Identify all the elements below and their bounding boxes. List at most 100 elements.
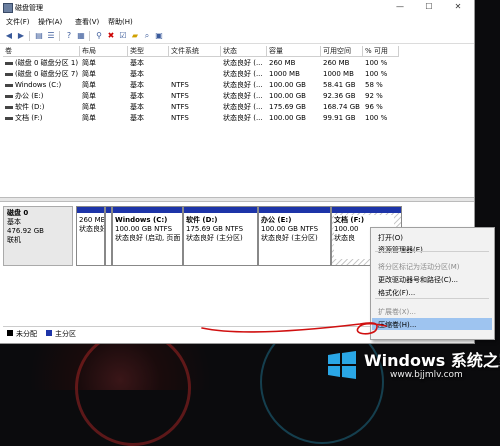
table-cell[interactable]: 260 MB [267,58,321,69]
table-cell[interactable]: 100 % [363,113,399,124]
table-cell[interactable]: 状态良好 (... [221,91,267,102]
table-cell[interactable]: 96 % [363,102,399,113]
menu-file[interactable]: 文件(F) [6,17,30,27]
check-icon[interactable]: ☑ [118,31,128,41]
col-header-filesystem[interactable]: 文件系统 [169,46,221,57]
cell-text: 状态良好 (... [223,59,263,67]
connect-icon[interactable]: ⚲ [94,31,104,41]
table-cell[interactable]: 100 % [363,58,399,69]
context-menu-item[interactable]: 格式化(F)... [378,288,415,298]
table-cell[interactable]: NTFS [169,102,221,113]
table-cell[interactable]: 基本 [128,91,169,102]
list-view-icon[interactable]: ☰ [46,31,56,41]
partition-name: 办公 (E:) [261,216,292,224]
volume-name-cell[interactable]: 软件 (D:) [3,102,80,113]
table-cell[interactable]: 基本 [128,69,169,80]
disk-type: 基本 [7,218,21,226]
table-cell[interactable]: 简单 [80,91,128,102]
table-cell[interactable]: NTFS [169,80,221,91]
context-menu-item[interactable]: 更改驱动器号和路径(C)... [378,275,458,285]
table-cell[interactable]: 1000 MB [267,69,321,80]
table-cell[interactable]: 状态良好 (... [221,58,267,69]
disk-name: 磁盘 0 [7,209,29,217]
table-cell[interactable]: 100 % [363,69,399,80]
table-cell[interactable]: 100.00 GB [267,91,321,102]
cell-text: 简单 [82,70,96,78]
menu-view[interactable]: 查看(V) [75,17,99,27]
table-cell[interactable]: 1000 MB [321,69,363,80]
search-icon[interactable]: ⌕ [142,31,152,41]
view-icon[interactable]: ▣ [154,31,164,41]
table-cell[interactable]: 简单 [80,113,128,124]
table-cell[interactable]: 100.00 GB [267,80,321,91]
table-cell[interactable]: 状态良好 (... [221,102,267,113]
table-cell[interactable]: 92 % [363,91,399,102]
partition-block[interactable]: Windows (C:) 100.00 GB NTFS 状态良好 (启动, 页面 [112,206,183,266]
col-header-type[interactable]: 类型 [128,46,169,57]
col-header-layout[interactable]: 布局 [80,46,128,57]
table-cell[interactable]: 168.74 GB [321,102,363,113]
table-cell[interactable] [169,69,221,80]
table-cell[interactable]: 175.69 GB [267,102,321,113]
back-icon[interactable]: ◀ [4,31,14,41]
col-header-status[interactable]: 状态 [221,46,267,57]
volume-name-cell[interactable]: 文档 (F:) [3,113,80,124]
table-cell[interactable]: 状态良好 (... [221,80,267,91]
table-cell[interactable]: 92.36 GB [321,91,363,102]
open-folder-icon[interactable]: ▰ [130,31,140,41]
table-cell[interactable]: 简单 [80,102,128,113]
table-cell[interactable]: 58.41 GB [321,80,363,91]
minimize-button[interactable]: — [391,1,409,13]
cell-text: 软件 (D:) [15,103,45,111]
partition-color-bar [113,207,182,213]
cell-text: 基本 [130,59,144,67]
table-cell[interactable]: 简单 [80,80,128,91]
partition-block[interactable]: 软件 (D:) 175.69 GB NTFS 状态良好 (主分区) [183,206,258,266]
console-tree-icon[interactable]: ▤ [34,31,44,41]
table-cell[interactable]: 58 % [363,80,399,91]
partition-block[interactable] [105,206,112,266]
table-cell[interactable]: 状态良好 (... [221,113,267,124]
volume-name-cell[interactable]: Windows (C:) [3,80,80,91]
maximize-button[interactable]: ☐ [420,1,438,13]
disk-0-label[interactable]: 磁盘 0 基本 476.92 GB 联机 [3,206,73,266]
context-menu-item[interactable]: 资源管理器(E) [378,245,423,255]
table-cell[interactable]: NTFS [169,91,221,102]
table-cell[interactable]: 状态良好 (... [221,69,267,80]
table-cell[interactable]: 基本 [128,58,169,69]
col-header-free-space[interactable]: 可用空间 [321,46,363,57]
menu-action[interactable]: 操作(A) [38,17,62,27]
context-menu-item[interactable]: 打开(O) [378,233,403,243]
table-cell[interactable]: NTFS [169,113,221,124]
delete-icon[interactable]: ✖ [106,31,116,41]
forward-icon[interactable]: ▶ [16,31,26,41]
table-cell[interactable]: 260 MB [321,58,363,69]
table-cell[interactable]: 基本 [128,102,169,113]
table-cell[interactable]: 简单 [80,69,128,80]
cell-text: NTFS [171,103,189,111]
col-header-capacity[interactable]: 容量 [267,46,321,57]
col-header-percent-free[interactable]: % 可用 [363,46,399,57]
volume-name-cell[interactable]: (磁盘 0 磁盘分区 1) [3,58,80,69]
close-button[interactable]: ✕ [449,1,467,13]
help-icon[interactable]: ? [64,31,74,41]
table-cell[interactable]: 99.91 GB [321,113,363,124]
unallocated-swatch [7,330,13,336]
menu-help[interactable]: 帮助(H) [108,17,133,27]
col-header-volume[interactable]: 卷 [3,46,80,57]
cell-text: 状态良好 (... [223,81,263,89]
partition-block[interactable]: 260 MB 状态良好 [76,206,105,266]
context-menu: 打开(O) 资源管理器(E) 将分区标记为活动分区(M) 更改驱动器号和路径(C)..… [370,227,495,340]
partition-block[interactable]: 办公 (E:) 100.00 GB NTFS 状态良好 (主分区) [258,206,331,266]
table-cell[interactable]: 100.00 GB [267,113,321,124]
cell-text: 58.41 GB [323,81,356,89]
volume-name-cell[interactable]: 办公 (E:) [3,91,80,102]
volume-name-cell[interactable]: (磁盘 0 磁盘分区 7) [3,69,80,80]
properties-icon[interactable]: ▦ [76,31,86,41]
table-cell[interactable] [169,58,221,69]
table-cell[interactable]: 基本 [128,113,169,124]
cell-text: 58 % [365,81,383,89]
table-cell[interactable]: 简单 [80,58,128,69]
context-menu-item[interactable]: 压缩卷(H)... [378,320,416,330]
table-cell[interactable]: 基本 [128,80,169,91]
